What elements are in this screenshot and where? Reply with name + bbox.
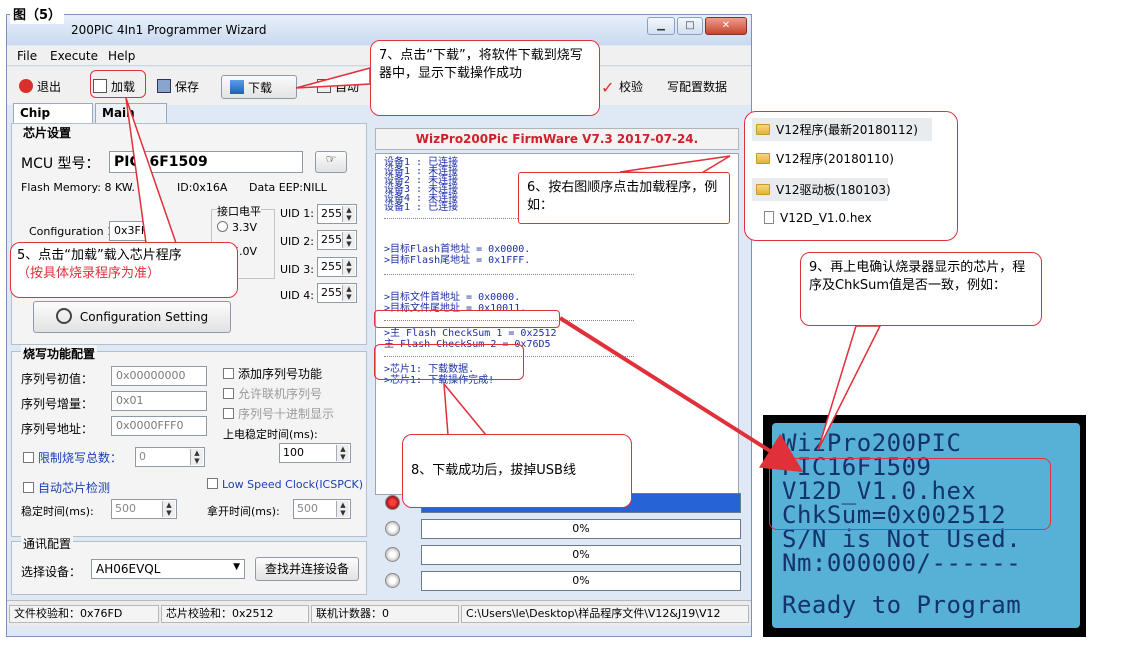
callout8-pointer xyxy=(443,381,488,436)
callout-step5-text: 5、点击“加载”载入芯片程序 xyxy=(17,248,182,263)
callout-step5: 5、点击“加载”载入芯片程序 （按具体烧录程序为准） xyxy=(10,242,238,298)
callout-step8: 8、下载成功后，拔掉USB线 xyxy=(402,434,632,508)
callout5-pointer xyxy=(125,97,178,244)
callout-step7: 7、点击“下载”，将软件下载到烧写器中，显示下载操作成功 xyxy=(370,40,600,116)
callout-step9: 9、再上电确认烧录器显示的芯片，程序及ChkSum值是否一致，例如： xyxy=(800,252,1042,326)
callout7-pointer xyxy=(295,67,371,89)
callout-step6: 6、按右图顺序点击加载程序，例如： xyxy=(518,172,730,224)
callout-step5-note: （按具体烧录程序为准） xyxy=(17,266,161,281)
callout9-pointer xyxy=(817,325,882,451)
